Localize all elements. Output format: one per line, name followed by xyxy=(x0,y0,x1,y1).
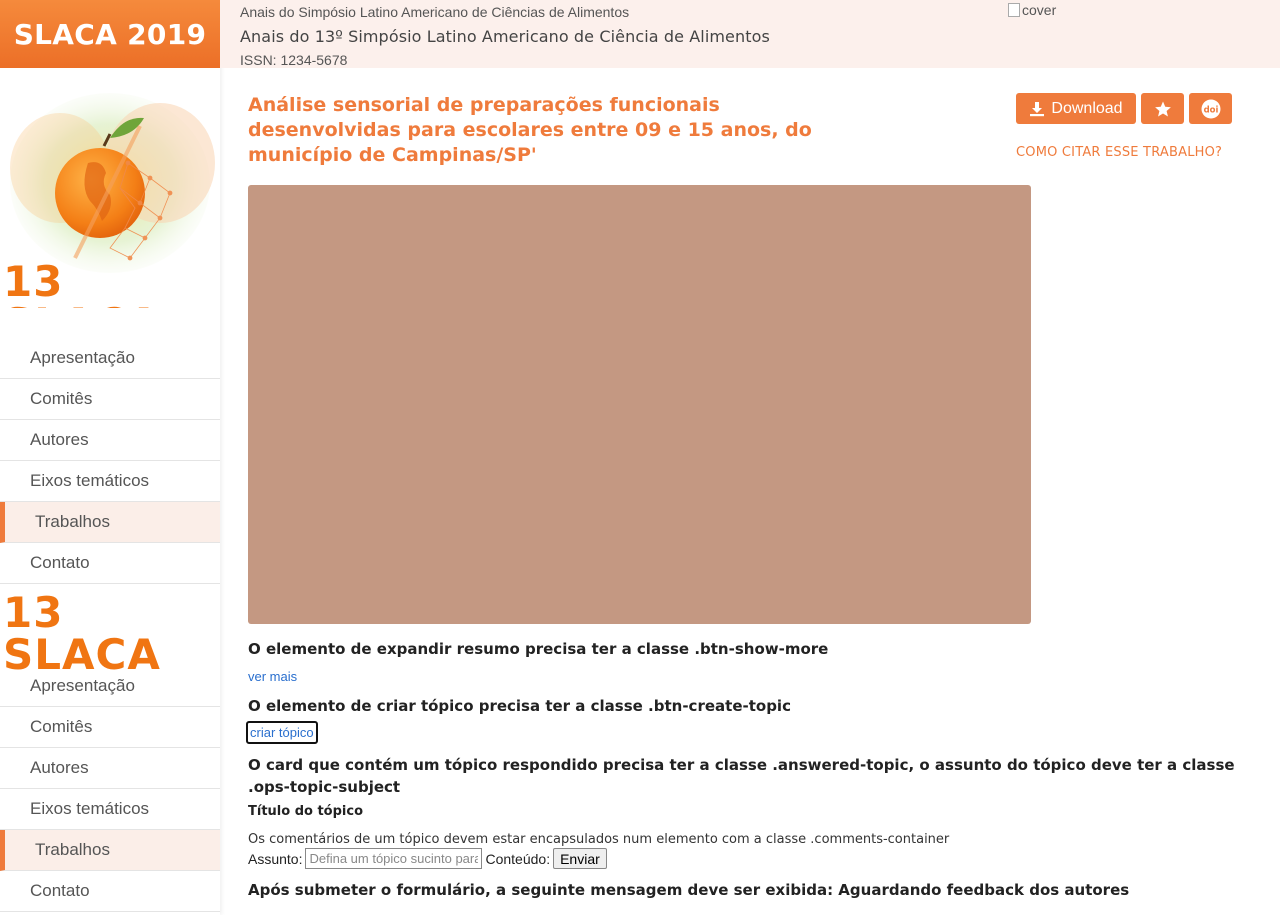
sidebar-nav: Apresentação Comitês Autores Eixos temát… xyxy=(0,338,220,584)
show-more-note: O elemento de expandir resumo precisa te… xyxy=(248,640,829,658)
sidebar-item-contato[interactable]: Contato xyxy=(0,871,220,912)
brand-title[interactable]: SLACA 2019 xyxy=(0,0,220,68)
download-label: Download xyxy=(1051,99,1123,117)
create-topic-note: O elemento de criar tópico precisa ter a… xyxy=(248,697,791,715)
logo-text: 13 SLACA xyxy=(3,588,161,679)
proceedings-subtitle: Anais do Simpósio Latino Americano de Ci… xyxy=(240,4,630,20)
comments-note: Os comentários de um tópico devem estar … xyxy=(248,832,950,847)
article-title: Análise sensorial de preparações funcion… xyxy=(248,94,812,166)
favorite-button[interactable] xyxy=(1141,93,1184,124)
event-logo[interactable]: 13 SLACA xyxy=(0,68,220,308)
download-icon xyxy=(1030,101,1045,116)
create-topic-button[interactable]: criar tópico xyxy=(246,721,318,744)
sidebar-item-eixos-tematicos[interactable]: Eixos temáticos xyxy=(0,461,220,502)
topic-subject: Título do tópico xyxy=(248,804,364,819)
doi-button[interactable]: doi xyxy=(1189,93,1232,124)
cover-alt-text: cover xyxy=(1022,2,1057,18)
proceedings-header: Anais do Simpósio Latino Americano de Ci… xyxy=(220,0,1280,68)
proceedings-title[interactable]: Anais do 13º Simpósio Latino Americano d… xyxy=(240,27,770,46)
doi-icon-label: doi xyxy=(1203,105,1218,115)
sidebar-item-eixos-tematicos[interactable]: Eixos temáticos xyxy=(0,789,220,830)
topic-form: Assunto: Conteúdo: Enviar xyxy=(248,848,607,869)
subject-label: Assunto: xyxy=(248,850,303,867)
after-submit-note: Após submeter o formulário, a seguinte m… xyxy=(248,881,1130,899)
sidebar-item-trabalhos[interactable]: Trabalhos xyxy=(0,830,220,871)
cover-image: cover xyxy=(1008,2,1056,18)
download-button[interactable]: Download xyxy=(1016,93,1136,124)
sidebar-item-autores[interactable]: Autores xyxy=(0,420,220,461)
answered-topic-note: O card que contém um tópico respondido p… xyxy=(248,756,1235,796)
content-label: Conteúdo: xyxy=(485,850,551,867)
broken-image-icon xyxy=(1008,3,1020,17)
sidebar-item-comites[interactable]: Comitês xyxy=(0,379,220,420)
sidebar-item-apresentacao[interactable]: Apresentação xyxy=(0,338,220,379)
cite-work-link[interactable]: COMO CITAR ESSE TRABALHO? xyxy=(1016,145,1222,160)
star-icon xyxy=(1154,101,1171,116)
sidebar-item-autores[interactable]: Autores xyxy=(0,748,220,789)
logo-text: 13 SLACA xyxy=(3,257,160,309)
sidebar: SLACA 2019 13 Apresentação Comitês Autor… xyxy=(0,0,220,915)
sidebar-nav-secondary: Apresentação Comitês Autores Eixos temát… xyxy=(0,666,220,912)
subject-input[interactable] xyxy=(305,848,483,869)
sidebar-item-contato[interactable]: Contato xyxy=(0,543,220,584)
sidebar-item-trabalhos[interactable]: Trabalhos xyxy=(0,502,220,543)
event-logo-secondary[interactable]: 13 SLACA xyxy=(0,584,220,676)
sidebar-item-comites[interactable]: Comitês xyxy=(0,707,220,748)
show-more-link[interactable]: ver mais xyxy=(248,669,297,684)
abstract-placeholder-block xyxy=(248,185,1031,624)
doi-icon: doi xyxy=(1201,99,1220,118)
send-button[interactable]: Enviar xyxy=(553,848,607,869)
issn-label: ISSN: 1234-5678 xyxy=(240,52,348,68)
